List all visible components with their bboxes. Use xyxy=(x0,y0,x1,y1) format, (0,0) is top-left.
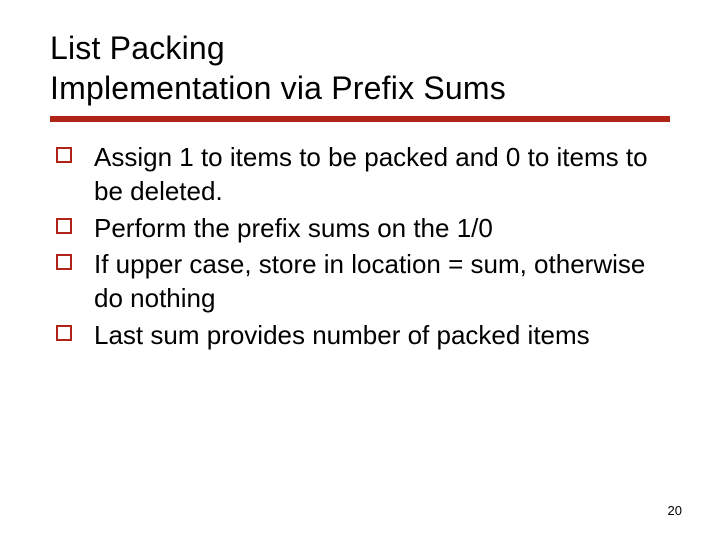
bullet-item: If upper case, store in location = sum, … xyxy=(56,247,670,316)
square-bullet-icon xyxy=(56,147,72,163)
title-underline xyxy=(50,116,670,122)
bullet-list: Assign 1 to items to be packed and 0 to … xyxy=(56,140,670,352)
square-bullet-icon xyxy=(56,218,72,234)
square-bullet-icon xyxy=(56,325,72,341)
bullet-text: Assign 1 to items to be packed and 0 to … xyxy=(94,142,648,206)
title-line-1: List Packing xyxy=(50,30,225,66)
bullet-text: If upper case, store in location = sum, … xyxy=(94,249,645,313)
bullet-text: Last sum provides number of packed items xyxy=(94,320,590,350)
bullet-item: Last sum provides number of packed items xyxy=(56,318,670,352)
bullet-item: Perform the prefix sums on the 1/0 xyxy=(56,211,670,245)
bullet-item: Assign 1 to items to be packed and 0 to … xyxy=(56,140,670,209)
slide: List Packing Implementation via Prefix S… xyxy=(0,0,720,540)
title-line-2: Implementation via Prefix Sums xyxy=(50,70,506,106)
bullet-text: Perform the prefix sums on the 1/0 xyxy=(94,213,493,243)
square-bullet-icon xyxy=(56,254,72,270)
slide-title: List Packing Implementation via Prefix S… xyxy=(50,28,670,108)
page-number: 20 xyxy=(668,503,682,518)
